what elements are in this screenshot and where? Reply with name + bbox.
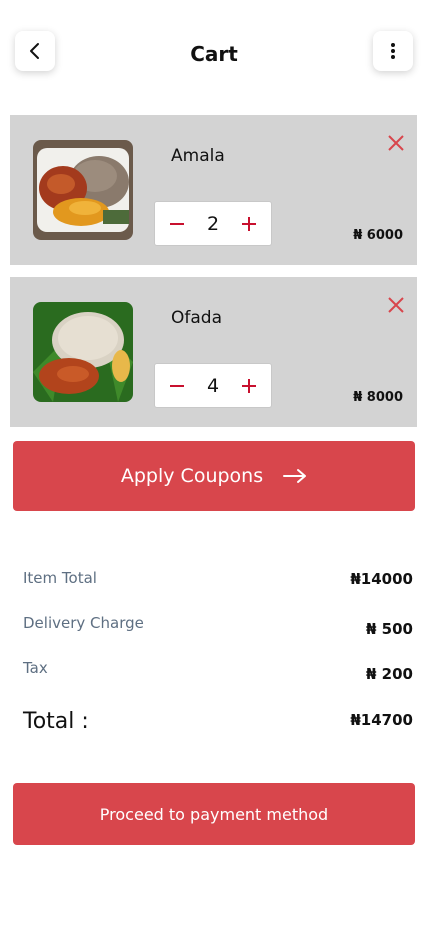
item-price: ₦ 6000 bbox=[353, 228, 403, 243]
delivery-charge-value: ₦ 500 bbox=[366, 620, 413, 638]
tax-label: Tax bbox=[23, 659, 48, 677]
more-vertical-icon bbox=[391, 43, 395, 59]
quantity-stepper: 2 bbox=[154, 201, 272, 246]
close-icon bbox=[388, 297, 404, 313]
ofada-image bbox=[33, 302, 133, 402]
quantity-value: 4 bbox=[206, 374, 220, 397]
arrow-right-icon bbox=[283, 469, 307, 483]
increase-button[interactable] bbox=[239, 376, 259, 396]
close-icon bbox=[388, 135, 404, 151]
quantity-stepper: 4 bbox=[154, 363, 272, 408]
quantity-value: 2 bbox=[206, 212, 220, 235]
decrease-button[interactable] bbox=[167, 214, 187, 234]
item-name: Ofada bbox=[171, 308, 222, 328]
proceed-to-payment-label: Proceed to payment method bbox=[99, 804, 329, 824]
item-price: ₦ 8000 bbox=[353, 390, 403, 405]
proceed-to-payment-button[interactable]: Proceed to payment method bbox=[13, 783, 415, 845]
remove-item-button[interactable] bbox=[387, 134, 405, 152]
item-total-value: ₦14000 bbox=[350, 570, 413, 588]
minus-icon bbox=[170, 222, 184, 225]
item-name: Amala bbox=[171, 146, 225, 166]
total-label: Total : bbox=[23, 709, 89, 734]
plus-icon bbox=[242, 378, 256, 393]
delivery-charge-label: Delivery Charge bbox=[23, 614, 144, 632]
decrease-button[interactable] bbox=[167, 376, 187, 396]
tax-value: ₦ 200 bbox=[366, 665, 413, 683]
page-title: Cart bbox=[190, 42, 238, 66]
cart-item-card: Amala 2 ₦ 6000 bbox=[10, 115, 417, 265]
item-total-label: Item Total bbox=[23, 569, 97, 587]
more-options-button[interactable] bbox=[373, 31, 413, 71]
minus-icon bbox=[170, 384, 184, 387]
cart-item-card: Ofada 4 ₦ 8000 bbox=[10, 277, 417, 427]
amala-image bbox=[33, 140, 133, 240]
remove-item-button[interactable] bbox=[387, 296, 405, 314]
apply-coupons-button[interactable]: Apply Coupons bbox=[13, 441, 415, 511]
apply-coupons-label: Apply Coupons bbox=[120, 465, 264, 487]
total-value: ₦14700 bbox=[350, 711, 413, 729]
plus-icon bbox=[242, 216, 256, 231]
increase-button[interactable] bbox=[239, 214, 259, 234]
